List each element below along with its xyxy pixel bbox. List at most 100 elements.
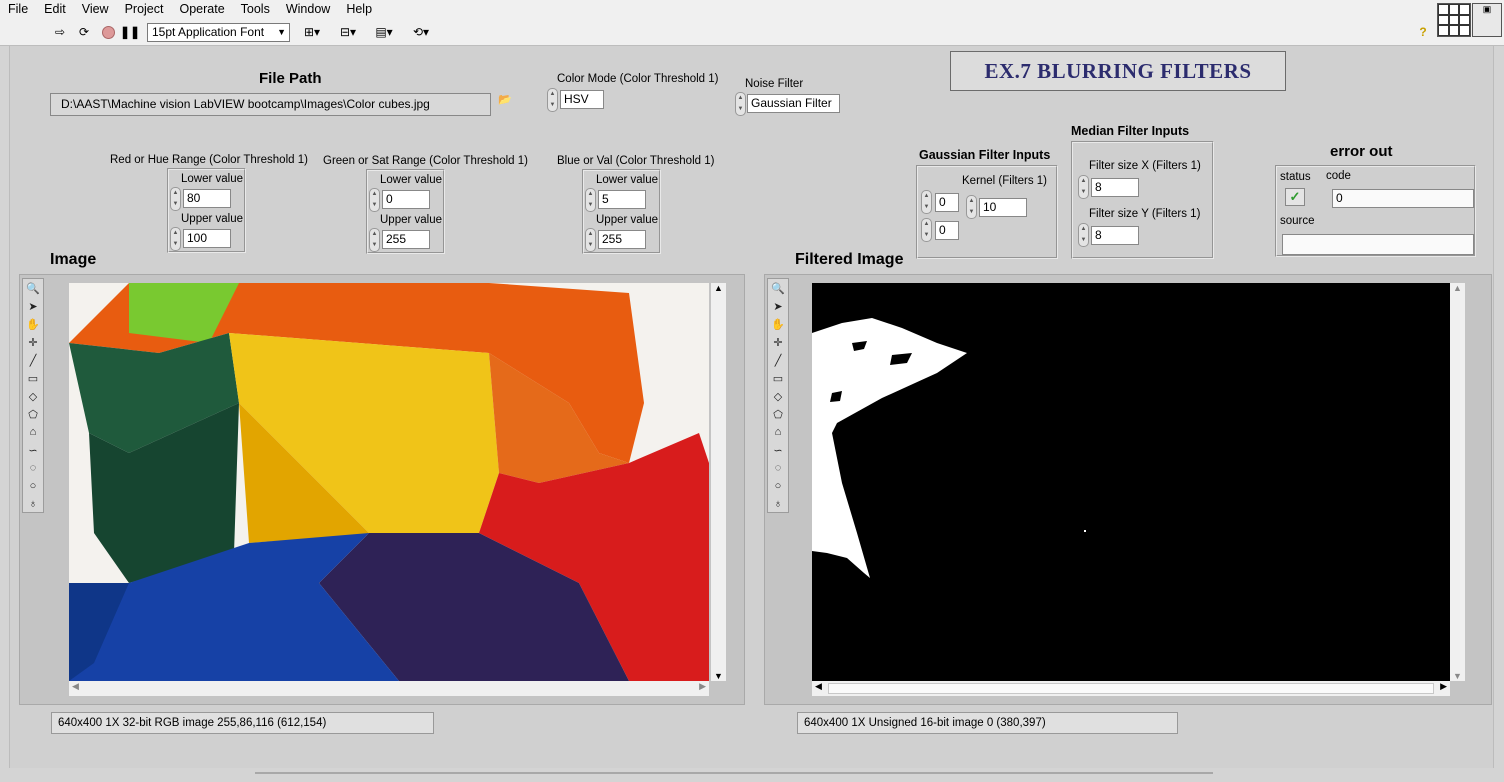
oval-tool-icon[interactable]: ○ [768,477,788,495]
red-lower-stepper[interactable]: ▲ ▼ [170,187,181,211]
kernel-input[interactable]: 10 [979,198,1027,217]
rectangle-tool-icon[interactable]: ▭ [23,369,43,387]
font-select[interactable]: 15pt Application Font ▼ [147,23,290,42]
color-mode-select[interactable]: HSV [560,90,604,109]
pointer-tool-icon[interactable]: ➤ [23,297,43,315]
zoom-tool-icon[interactable]: 🔍 [23,279,43,297]
menu-window[interactable]: Window [278,0,338,19]
filter-size-x-stepper[interactable]: ▲ ▼ [1078,175,1089,199]
rotated-rectangle-tool-icon[interactable]: ◇ [768,387,788,405]
line-tool-icon[interactable]: ╱ [23,351,43,369]
align-objects-icon[interactable]: ⊞▾ [300,24,324,40]
pan-tool-icon[interactable]: ✋ [23,315,43,333]
menu-tools[interactable]: Tools [233,0,278,19]
kernel-index1-input[interactable]: 0 [935,221,959,240]
code-label: code [1326,170,1351,182]
red-upper-stepper[interactable]: ▲ ▼ [170,227,181,251]
green-upper-input[interactable]: 255 [382,230,430,249]
menu-edit[interactable]: Edit [36,0,74,19]
annulus-tool-icon[interactable]: ◌ [768,459,788,477]
polygon-tool-icon[interactable]: ⬠ [768,405,788,423]
abort-icon[interactable] [100,24,116,40]
green-upper-label: Upper value [380,214,443,226]
blue-upper-stepper[interactable]: ▲ ▼ [585,228,596,252]
filtered-horizontal-scrollbar[interactable]: ◀ ▶ [812,681,1450,696]
point-tool-icon[interactable]: ✛ [768,333,788,351]
toolbar: ⇨ ⟳ ❚❚ 15pt Application Font ▼ ⊞▾ ⊟▾ ▤▾ ⟲… [0,19,1504,46]
image-label: Image [50,251,97,268]
run-arrow-icon[interactable]: ⇨ [52,24,68,40]
resize-objects-icon[interactable]: ▤▾ [372,24,396,40]
scroll-down-icon[interactable]: ▼ [711,671,726,681]
menu-view[interactable]: View [74,0,117,19]
kernel-index0-stepper[interactable]: ▲ ▼ [921,190,932,214]
red-upper-label: Upper value [181,213,244,225]
kernel-stepper[interactable]: ▲ ▼ [966,195,977,219]
green-lower-stepper[interactable]: ▲ ▼ [369,188,380,212]
menu-help[interactable]: Help [338,0,380,19]
polygon-tool-icon[interactable]: ⬠ [23,405,43,423]
distribute-objects-icon[interactable]: ⊟▾ [336,24,360,40]
kernel-index0-input[interactable]: 0 [935,193,959,212]
image-vertical-scrollbar[interactable]: ▲ ▼ [711,283,726,681]
freehand-tool-icon[interactable]: ∽ [23,441,43,459]
blue-lower-stepper[interactable]: ▲ ▼ [585,188,596,212]
filtered-status-bar: 640x400 1X Unsigned 16-bit image 0 (380,… [797,712,1178,734]
scroll-right-icon[interactable]: ▶ [699,681,706,692]
zoom-tool-icon[interactable]: 🔍 [768,279,788,297]
noise-filter-select[interactable]: Gaussian Filter [747,94,840,113]
code-indicator: 0 [1332,189,1474,208]
red-upper-input[interactable]: 100 [183,229,231,248]
rotated-rectangle-tool-icon[interactable]: ◇ [23,387,43,405]
green-lower-label: Lower value [380,174,443,186]
scroll-right-icon[interactable]: ▶ [1440,681,1447,692]
blue-upper-input[interactable]: 255 [598,230,646,249]
filter-size-y-input[interactable]: 8 [1091,226,1139,245]
menu-project[interactable]: Project [117,0,172,19]
oval-tool-icon[interactable]: ○ [23,477,43,495]
line-tool-icon[interactable]: ╱ [768,351,788,369]
filter-size-x-input[interactable]: 8 [1091,178,1139,197]
freehand-region-tool-icon[interactable]: ♁ [23,495,43,513]
file-path-input[interactable]: D:\AAST\Machine vision LabVIEW bootcamp\… [50,93,491,116]
bottom-divider [255,772,1213,774]
filtered-binary-image[interactable] [812,283,1450,681]
source-label: source [1280,215,1315,227]
green-lower-input[interactable]: 0 [382,190,430,209]
blue-range-label: Blue or Val (Color Threshold 1) [557,155,715,167]
run-continuously-icon[interactable]: ⟳ [76,24,92,40]
scroll-left-icon[interactable]: ◀ [815,681,822,692]
broken-line-tool-icon[interactable]: ⌂ [768,423,788,441]
reorder-icon[interactable]: ⟲▾ [408,24,434,40]
image-horizontal-scrollbar[interactable]: ◀ ▶ [69,681,709,696]
scroll-down-icon[interactable]: ▼ [1450,671,1465,681]
menu-operate[interactable]: Operate [171,0,232,19]
kernel-index1-stepper[interactable]: ▲ ▼ [921,218,932,242]
freehand-tool-icon[interactable]: ∽ [768,441,788,459]
point-tool-icon[interactable]: ✛ [23,333,43,351]
scroll-left-icon[interactable]: ◀ [72,681,79,692]
scroll-up-icon[interactable]: ▲ [1450,283,1465,293]
annulus-tool-icon[interactable]: ◌ [23,459,43,477]
browse-folder-icon[interactable]: 📂 [498,93,518,107]
filtered-vertical-scrollbar[interactable]: ▲ ▼ [1450,283,1465,681]
color-mode-stepper[interactable]: ▲ ▼ [547,88,558,112]
noise-filter-stepper[interactable]: ▲ ▼ [735,92,746,116]
blue-lower-input[interactable]: 5 [598,190,646,209]
color-mode-label: Color Mode (Color Threshold 1) [557,73,719,85]
help-icon[interactable]: ? [1415,24,1431,40]
menu-file[interactable]: File [0,0,36,19]
noise-filter-label: Noise Filter [745,78,804,90]
broken-line-tool-icon[interactable]: ⌂ [23,423,43,441]
pause-icon[interactable]: ❚❚ [120,24,140,40]
pointer-tool-icon[interactable]: ➤ [768,297,788,315]
pan-tool-icon[interactable]: ✋ [768,315,788,333]
green-upper-stepper[interactable]: ▲ ▼ [369,228,380,252]
rectangle-tool-icon[interactable]: ▭ [768,369,788,387]
freehand-region-tool-icon[interactable]: ♁ [768,495,788,513]
red-lower-input[interactable]: 80 [183,189,231,208]
scroll-up-icon[interactable]: ▲ [711,283,726,293]
filter-size-y-stepper[interactable]: ▲ ▼ [1078,223,1089,247]
scroll-thumb[interactable] [828,683,1434,694]
color-cubes-image[interactable] [69,283,709,681]
